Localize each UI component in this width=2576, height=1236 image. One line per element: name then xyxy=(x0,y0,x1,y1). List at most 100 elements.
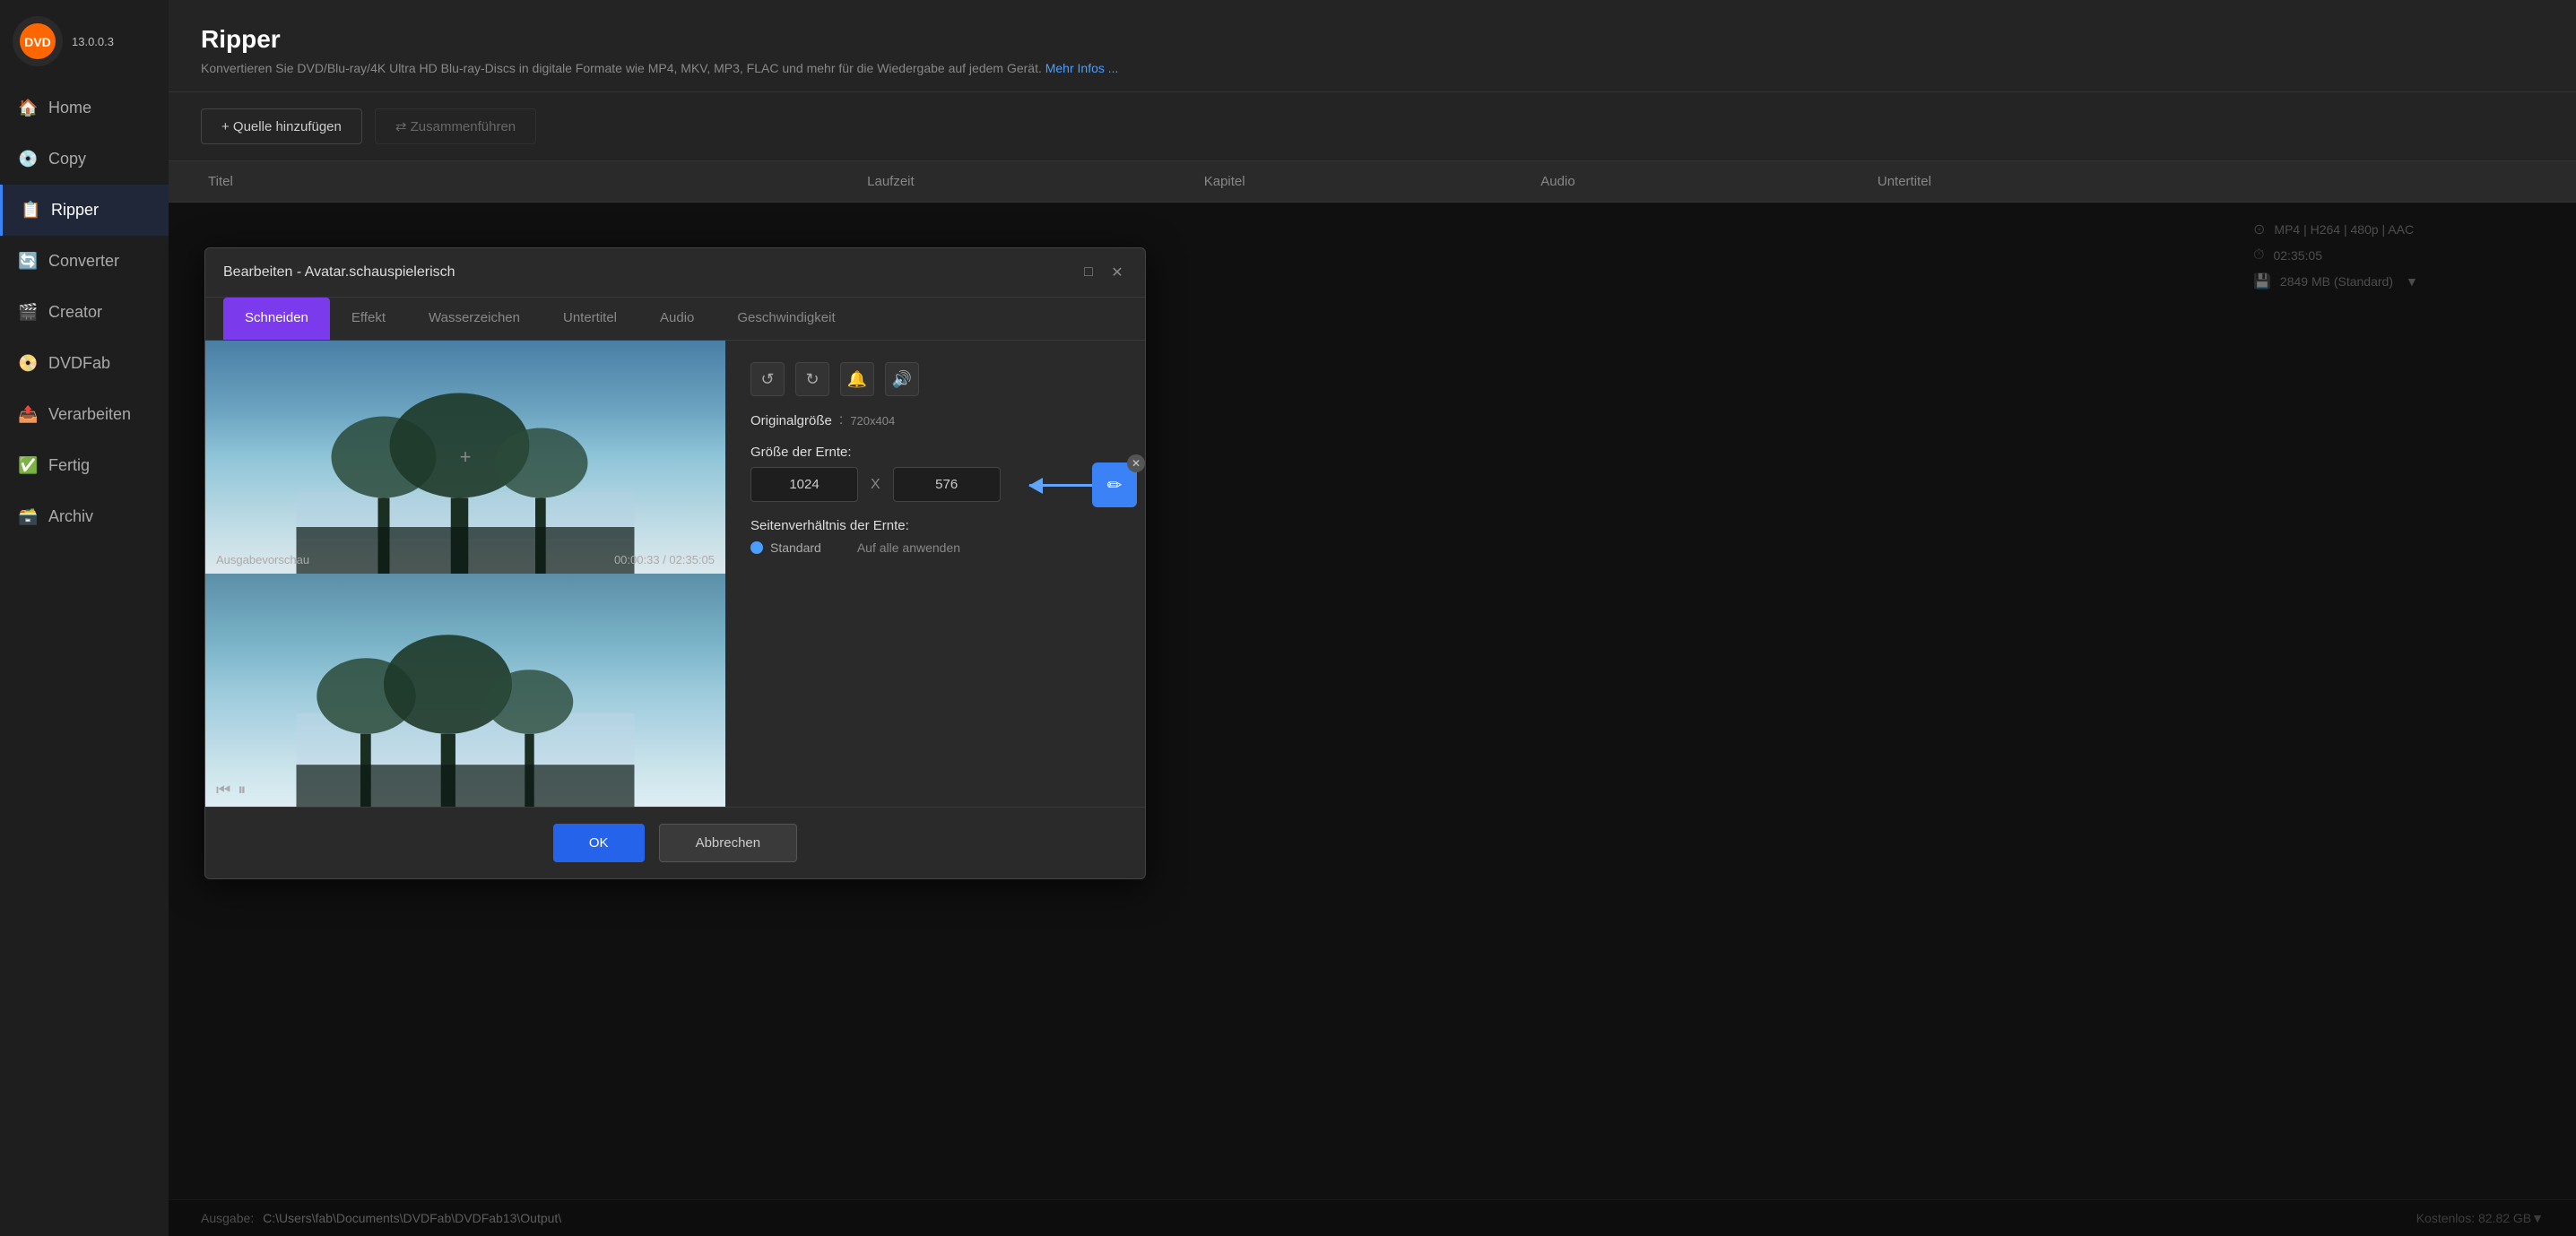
app-version: 13.0.0.3 xyxy=(72,35,114,48)
sidebar-item-label: Archiv xyxy=(48,507,93,526)
sidebar-item-label: Copy xyxy=(48,150,86,169)
bell-button[interactable]: 🔔 xyxy=(840,362,874,396)
standard-radio[interactable]: Standard xyxy=(750,540,821,555)
original-size-value: 720x404 xyxy=(850,414,895,428)
dialog-tabs: Schneiden Effekt Wasserzeichen Untertite… xyxy=(205,298,1145,341)
sidebar-item-converter[interactable]: 🔄 Converter xyxy=(0,236,169,287)
col-audio: Audio xyxy=(1533,174,1870,189)
sidebar-item-label: Creator xyxy=(48,303,102,322)
radio-circle-selected xyxy=(750,541,763,554)
crop-actions: ↺ ↻ 🔔 🔊 xyxy=(750,362,1120,396)
sidebar-item-dvdfab[interactable]: 📀 DVDFab xyxy=(0,338,169,389)
preview-plus-icon: + xyxy=(460,445,472,469)
converter-icon: 🔄 xyxy=(18,252,38,271)
more-info-link[interactable]: Mehr Infos ... xyxy=(1045,61,1119,75)
pencil-icon: ✏ xyxy=(1107,474,1123,497)
pause-icon[interactable]: ⏸ xyxy=(238,781,246,800)
tab-geschwindigkeit[interactable]: Geschwindigkeit xyxy=(716,298,856,340)
sidebar-item-verarbeiten[interactable]: 📤 Verarbeiten xyxy=(0,389,169,440)
col-titel: Titel xyxy=(201,174,860,189)
original-size-label: Originalgröße xyxy=(750,413,832,428)
zusammenfuhren-button[interactable]: ⇄ Zusammenführen xyxy=(375,108,536,144)
sidebar-item-fertig[interactable]: ✅ Fertig xyxy=(0,440,169,491)
volume-button[interactable]: 🔊 xyxy=(885,362,919,396)
ratio-options: Standard Auf alle anwenden xyxy=(750,540,1120,555)
preview-time: 00:00:33 / 02:35:05 xyxy=(614,553,715,566)
aspect-ratio-label: Seitenverhältnis der Ernte: xyxy=(750,518,1120,533)
crop-panel: ↺ ↻ 🔔 🔊 Originalgröße : 720x404 Grö xyxy=(725,341,1145,807)
sidebar-item-label: DVDFab xyxy=(48,354,110,373)
sidebar: DVD 13.0.0.3 🏠 Home 💿 Copy 📋 Ripper 🔄 Co… xyxy=(0,0,169,1236)
arrow-container xyxy=(1029,484,1092,487)
maximize-icon: □ xyxy=(1084,264,1093,281)
pointer-bubble-container: ✏ ✕ xyxy=(1029,462,1137,507)
add-source-button[interactable]: + Quelle hinzufügen xyxy=(201,108,362,144)
apply-all-button[interactable]: Auf alle anwenden xyxy=(857,540,960,555)
prev-frame-icon[interactable]: ⏮ xyxy=(216,781,230,800)
arrow-head xyxy=(1028,478,1043,494)
dialog-close-button[interactable]: ✕ xyxy=(1107,263,1127,282)
sidebar-item-label: Home xyxy=(48,99,91,117)
archiv-icon: 🗃️ xyxy=(18,507,38,526)
tab-effekt[interactable]: Effekt xyxy=(330,298,407,340)
sidebar-item-label: Fertig xyxy=(48,456,90,475)
standard-label: Standard xyxy=(770,540,821,555)
toolbar: + Quelle hinzufügen ⇄ Zusammenführen xyxy=(169,92,2576,161)
page-title: Ripper xyxy=(201,25,2544,54)
logo-circle: DVD xyxy=(13,16,63,66)
crop-width-input[interactable] xyxy=(750,467,858,502)
col-kapitel: Kapitel xyxy=(1197,174,1534,189)
tab-wasserzeichen[interactable]: Wasserzeichen xyxy=(407,298,542,340)
preview-controls: ⏮ ⏸ xyxy=(216,781,246,800)
creator-icon: 🎬 xyxy=(18,303,38,322)
crop-ratio-row: Seitenverhältnis der Ernte: Standard Auf… xyxy=(750,518,1120,555)
undo-button[interactable]: ↺ xyxy=(750,362,785,396)
tab-schneiden[interactable]: Schneiden xyxy=(223,298,330,340)
sidebar-item-ripper[interactable]: 📋 Ripper xyxy=(0,185,169,236)
dialog-footer: OK Abbrechen xyxy=(205,807,1145,878)
video-preview: + Ausgabevorschau 00:00:33 / 02:35:05 xyxy=(205,341,725,807)
sidebar-item-label: Verarbeiten xyxy=(48,405,131,424)
preview-top-frame: + Ausgabevorschau 00:00:33 / 02:35:05 xyxy=(205,341,725,574)
dialog-title-bar: Bearbeiten - Avatar.schauspielerisch □ ✕ xyxy=(205,248,1145,298)
redo-button[interactable]: ↻ xyxy=(795,362,829,396)
dialog-title: Bearbeiten - Avatar.schauspielerisch xyxy=(223,264,455,281)
crop-height-input[interactable] xyxy=(893,467,1001,502)
table-header: Titel Laufzeit Kapitel Audio Untertitel xyxy=(169,161,2576,203)
bubble-close-button[interactable]: ✕ xyxy=(1127,454,1145,472)
app-logo: DVD 13.0.0.3 xyxy=(0,0,169,82)
sky-scene-top: + xyxy=(205,341,725,574)
cancel-button[interactable]: Abbrechen xyxy=(659,824,798,862)
dvdfab-icon: 📀 xyxy=(18,354,38,373)
sidebar-item-home[interactable]: 🏠 Home xyxy=(0,82,169,134)
fertig-icon: ✅ xyxy=(18,456,38,475)
ok-button[interactable]: OK xyxy=(553,824,645,862)
tab-audio[interactable]: Audio xyxy=(638,298,716,340)
tab-untertitel[interactable]: Untertitel xyxy=(542,298,638,340)
crop-x-separator: X xyxy=(871,477,880,493)
verarbeiten-icon: 📤 xyxy=(18,405,38,424)
page-subtitle: Konvertieren Sie DVD/Blu-ray/4K Ultra HD… xyxy=(201,61,2544,75)
preview-bottom-frame: ⏮ ⏸ xyxy=(205,574,725,807)
sidebar-item-label: Converter xyxy=(48,252,119,271)
preview-label: Ausgabevorschau xyxy=(216,553,309,566)
sidebar-item-copy[interactable]: 💿 Copy xyxy=(0,134,169,185)
ripper-icon: 📋 xyxy=(21,201,40,220)
crop-size-label: Größe der Ernte: xyxy=(750,445,1120,460)
sidebar-item-label: Ripper xyxy=(51,201,99,220)
copy-icon: 💿 xyxy=(18,150,38,169)
sidebar-item-creator[interactable]: 🎬 Creator xyxy=(0,287,169,338)
col-untertitel: Untertitel xyxy=(1870,174,2207,189)
svg-text:DVD: DVD xyxy=(24,35,51,49)
edit-dialog: Bearbeiten - Avatar.schauspielerisch □ ✕… xyxy=(204,247,1146,879)
home-icon: 🏠 xyxy=(18,99,38,117)
arrow-line xyxy=(1029,484,1092,487)
sidebar-item-archiv[interactable]: 🗃️ Archiv xyxy=(0,491,169,542)
edit-bubble[interactable]: ✏ ✕ xyxy=(1092,462,1137,507)
dialog-controls: □ ✕ xyxy=(1079,263,1127,282)
dialog-maximize-button[interactable]: □ xyxy=(1079,263,1098,282)
original-size-row: Originalgröße : 720x404 xyxy=(750,412,1120,428)
content-area: ⊙ MP4 | H264 | 480p | AAC ⏱ 02:35:05 💾 2… xyxy=(169,203,2576,1236)
dialog-body: + Ausgabevorschau 00:00:33 / 02:35:05 xyxy=(205,341,1145,807)
close-icon: ✕ xyxy=(1111,264,1123,281)
